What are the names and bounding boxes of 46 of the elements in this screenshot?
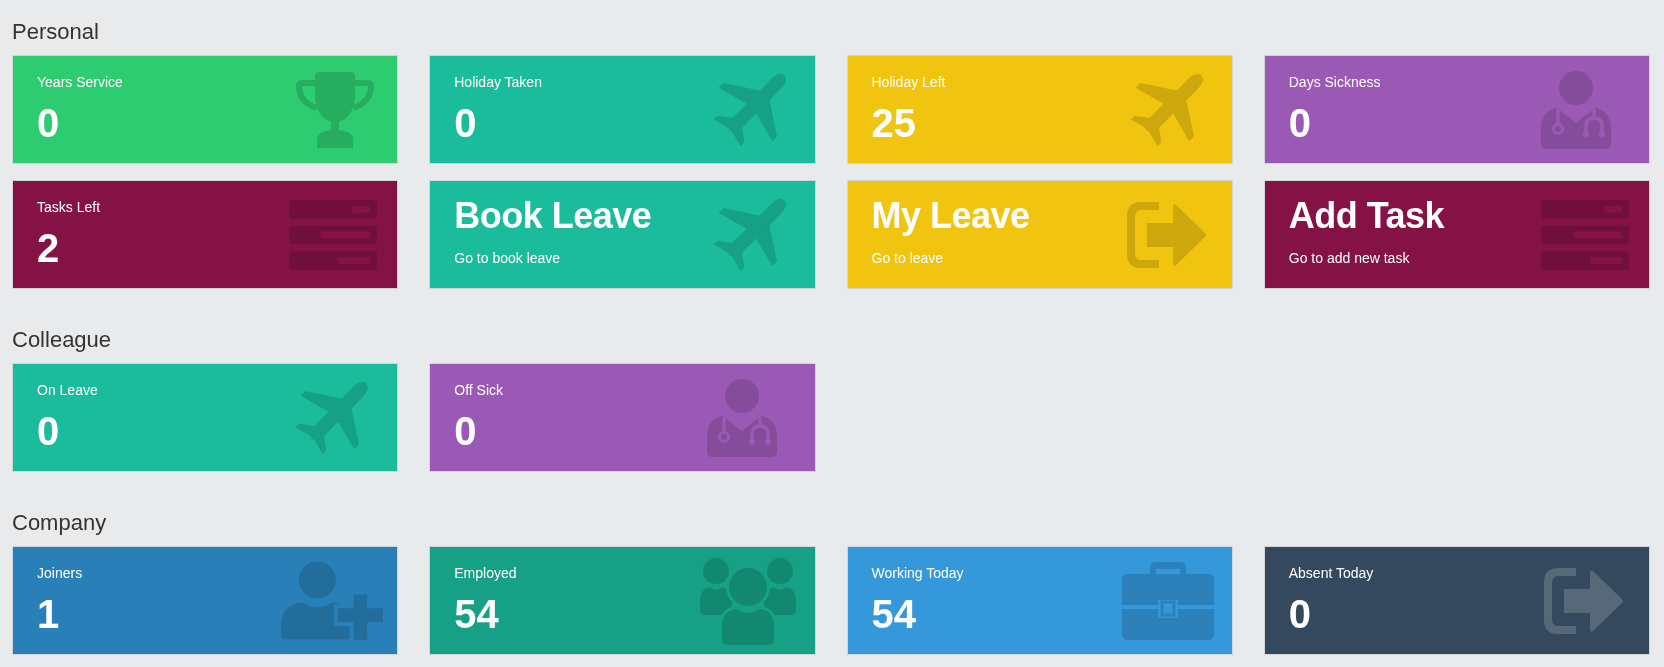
- airplane-icon: [295, 380, 370, 455]
- exit-icon: [1543, 567, 1625, 634]
- stat-value: 2: [37, 226, 60, 270]
- stat-value: 54: [454, 592, 499, 636]
- stat-value: 0: [1288, 592, 1311, 636]
- stat-value: 54: [871, 592, 916, 636]
- stat-label: Off Sick: [454, 381, 503, 399]
- trophy-icon: [295, 71, 376, 148]
- stat-value: 0: [1288, 101, 1311, 145]
- tile-subtitle: Go to book leave: [454, 249, 561, 267]
- tile-subtitle: Go to leave: [871, 249, 944, 267]
- briefcase-icon: [1121, 561, 1214, 640]
- section-heading: Personal: [12, 19, 99, 45]
- link-tile[interactable]: My Leave Go to leave: [846, 180, 1233, 289]
- stat-value: 0: [454, 409, 477, 453]
- tile-subtitle: Go to add new task: [1288, 249, 1410, 267]
- stat-label: Tasks Left: [37, 198, 101, 216]
- stat-label: Working Today: [871, 564, 964, 582]
- stat-value: 0: [454, 101, 477, 145]
- stat-label: Holiday Left: [871, 73, 946, 91]
- section-heading: Colleague: [12, 327, 112, 353]
- airplane-icon: [712, 72, 787, 147]
- stat-label: Absent Today: [1288, 564, 1374, 582]
- airplane-icon: [1129, 72, 1204, 147]
- airplane-icon: [712, 197, 787, 272]
- link-tile[interactable]: Add Task Go to add new task: [1263, 180, 1650, 289]
- exit-icon: [1125, 201, 1208, 268]
- people-group-icon: [699, 556, 796, 645]
- stat-label: Employed: [454, 564, 517, 582]
- link-tile[interactable]: Book Leave Go to book leave: [429, 180, 816, 289]
- stat-label: On Leave: [37, 381, 98, 399]
- stat-label: Years Service: [37, 73, 123, 91]
- stat-value: 0: [37, 409, 60, 453]
- tile-title: My Leave: [871, 196, 1030, 236]
- doctor-icon: [1541, 70, 1611, 149]
- tile-title: Add Task: [1288, 196, 1445, 236]
- section-heading: Company: [12, 510, 107, 536]
- stat-value: 1: [37, 592, 60, 636]
- stat-label: Holiday Taken: [454, 73, 542, 91]
- stat-value: 0: [37, 101, 60, 145]
- stat-label: Joiners: [37, 564, 83, 582]
- doctor-icon: [706, 378, 777, 457]
- stat-value: 25: [871, 101, 916, 145]
- tile-title: Book Leave: [454, 196, 652, 236]
- add-user-icon: [281, 561, 384, 640]
- stat-label: Days Sickness: [1288, 73, 1381, 91]
